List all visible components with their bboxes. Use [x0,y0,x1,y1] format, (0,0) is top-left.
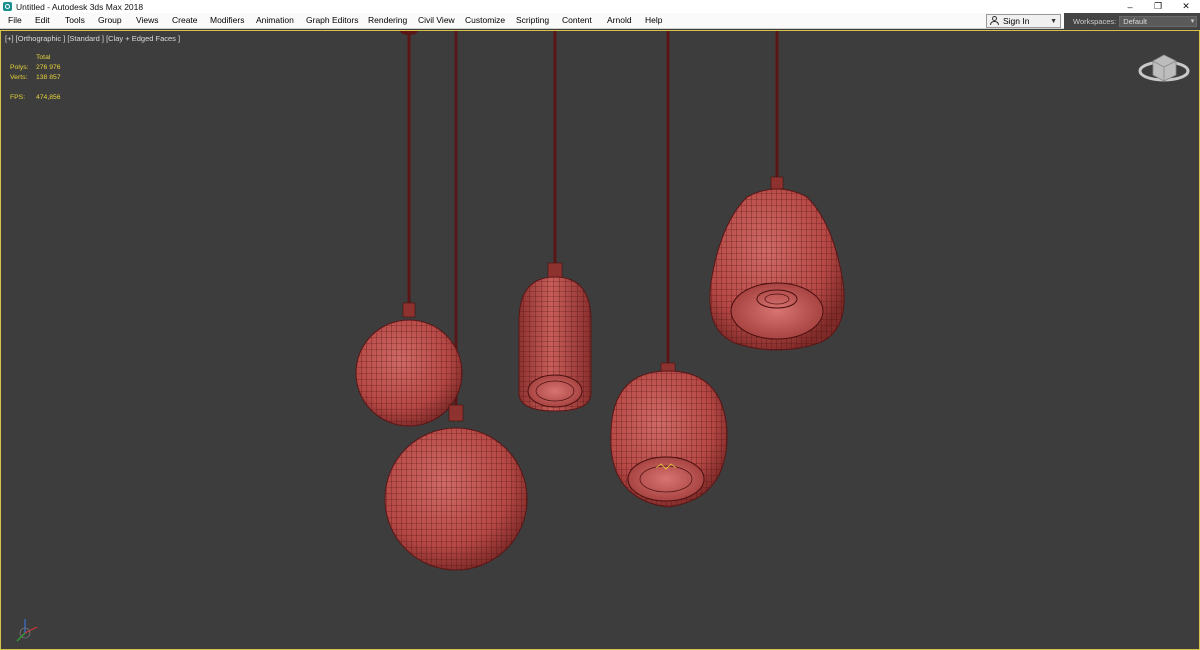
axis-tripod-icon [16,619,38,642]
menu-group[interactable]: Group [98,15,122,25]
menu-tools[interactable]: Tools [65,15,85,25]
viewport-label-menu[interactable]: [+] [Orthographic ] [Standard ] [Clay + … [5,34,180,43]
user-icon [990,16,999,26]
title-bar: Untitled - Autodesk 3ds Max 2018 – ❐ ✕ [0,0,1200,13]
close-button[interactable]: ✕ [1172,0,1200,13]
sign-in-label: Sign In [1003,16,1030,26]
stats-header: Total [36,54,51,61]
workspace-select[interactable]: Default [1119,15,1198,27]
menu-scripting[interactable]: Scripting [516,15,549,25]
workspaces-label: Workspaces: [1073,16,1117,26]
dropdown-arrow-icon: ▼ [1050,18,1057,25]
window-title: Untitled - Autodesk 3ds Max 2018 [16,1,144,12]
perspective-viewport[interactable]: [+] [Orthographic ] [Standard ] [Clay + … [0,30,1200,650]
workspace-area: Workspaces: Default [1064,13,1200,29]
fps-label: FPS: [10,94,26,101]
menu-help[interactable]: Help [645,15,662,25]
menu-views[interactable]: Views [136,15,159,25]
window-controls: – ❐ ✕ [1116,0,1200,13]
menu-create[interactable]: Create [172,15,198,25]
pendant-lamp-bell[interactable] [709,176,845,351]
pendant-lamp-capsule[interactable] [518,262,592,412]
view-cube-icon[interactable] [1138,54,1190,82]
restore-button[interactable]: ❐ [1144,0,1172,13]
pendant-lamp-egg[interactable] [610,362,728,508]
menu-animation[interactable]: Animation [256,15,294,25]
fps-value: 474,856 [36,94,61,101]
menu-graph-editors[interactable]: Graph Editors [306,15,358,25]
menu-civil-view[interactable]: Civil View [418,15,455,25]
polys-label: Polys: [10,64,29,71]
menu-edit[interactable]: Edit [35,15,50,25]
minimize-button[interactable]: – [1116,0,1144,13]
menu-modifiers[interactable]: Modifiers [210,15,244,25]
menu-customize[interactable]: Customize [465,15,505,25]
pendant-lamp-small-sphere[interactable] [355,302,463,427]
scene-canvas[interactable] [1,31,1199,649]
menu-arnold[interactable]: Arnold [607,15,632,25]
verts-value: 138 857 [36,74,61,81]
sign-in-dropdown[interactable]: Sign In ▼ [986,14,1061,28]
menu-file[interactable]: File [8,15,22,25]
menu-rendering[interactable]: Rendering [368,15,407,25]
menu-content[interactable]: Content [562,15,592,25]
pendant-lamp-large-sphere[interactable] [384,404,528,571]
polys-value: 276 976 [36,64,61,71]
viewport-statistics: Total Polys: 276 976 Verts: 138 857 FPS: 47… [10,53,61,103]
app-icon [3,2,12,11]
verts-label: Verts: [10,74,28,81]
